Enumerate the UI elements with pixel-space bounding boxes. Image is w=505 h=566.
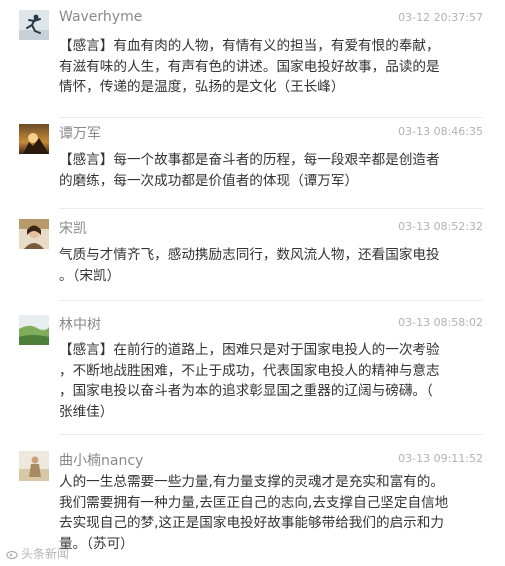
comment-timestamp: 03-12 20:37:57 [398,11,483,24]
watermark: 头条新闻 [6,545,69,562]
comment-line: 。（宋凯） [59,267,121,284]
divider [59,208,483,209]
divider [59,117,483,118]
avatar[interactable] [19,10,49,40]
avatar[interactable] [19,124,49,154]
watermark-text: 头条新闻 [21,547,70,561]
avatar-landscape-icon [19,315,49,345]
comment-line: 【感言】有血有肉的人物，有情有义的担当，有爱有恨的奉献， [59,38,440,54]
comment-author[interactable]: 曲小楠nancy [59,450,143,470]
comment-text: 气质与才情齐飞，感动携励志同行，数风流人物，还看国家电投 。（宋凯） [59,245,489,286]
comment-line: 去实现自己的梦,这正是国家电投好故事能够带给我们的启示和力 [59,515,444,531]
comment-text: 【感言】有血有肉的人物，有情有义的担当，有爱有恨的奉献， 有滋有味的人生，有声有… [59,36,489,98]
comment-line: 人的一生总需要一些力量,有力量支撑的灵魂才是充实和富有的。 [59,474,444,490]
comment-text: 人的一生总需要一些力量,有力量支撑的灵魂才是充实和富有的。 我们需要拥有一种力量… [59,472,489,554]
comment-line: 情怀，传递的是温度，弘扬的是文化（王长峰） [59,79,345,95]
comment-author[interactable]: Waverhyme [59,9,142,25]
comment-timestamp: 03-13 08:46:35 [398,125,483,138]
divider [59,300,483,301]
avatar[interactable] [19,219,49,249]
comment-author[interactable]: 谭万军 [59,123,101,143]
comment-line: 张维佳） [59,403,114,420]
comment-line: ，不断地战胜困难，不止于成功，代表国家电投人的精神与意志 [59,362,440,379]
comment-line: 【感言】每一个故事都是奋斗者的历程，每一段艰辛都是创造者 [59,152,440,168]
comment-line: 我们需要拥有一种力量,去匡正自己的志向,去支撑自己坚定自信地 [59,494,449,511]
comment-author[interactable]: 宋凯 [59,218,87,238]
comment-line: 气质与才情齐飞，感动携励志同行，数风流人物，还看国家电投 [59,247,440,263]
comment-timestamp: 03-13 08:52:32 [398,220,483,233]
avatar[interactable] [19,451,49,481]
divider [59,434,483,435]
weibo-logo-icon [6,550,18,559]
comment-line: 【感言】在前行的道路上，困难只是对于国家电投人的一次考验 [59,342,440,358]
comment-line: 有滋有味的人生，有声有色的讲述。国家电投好故事，品读的是 [59,58,440,75]
avatar[interactable] [19,315,49,345]
comment-author[interactable]: 林中树 [59,314,101,334]
comment-timestamp: 03-13 08:58:02 [398,316,483,329]
comment-line: ，国家电投以奋斗者为本的追求彰显国之重器的辽阔与磅礴。（ [59,383,433,399]
comment-text: 【感言】在前行的道路上，困难只是对于国家电投人的一次考验 ，不断地战胜困难，不止… [59,340,489,422]
comment-text: 【感言】每一个故事都是奋斗者的历程，每一段艰辛都是创造者 的磨练，每一次成功都是… [59,150,489,191]
avatar-sunset-icon [19,124,49,154]
avatar-portrait-icon [19,219,49,249]
comment-line: 的磨练，每一次成功都是价值者的体现（谭万军） [59,172,359,189]
comment-timestamp: 03-13 09:11:52 [398,452,483,465]
avatar-person-icon [19,451,49,481]
comment-line: 量。（苏可） [59,535,134,552]
avatar-runner-icon [19,10,49,40]
